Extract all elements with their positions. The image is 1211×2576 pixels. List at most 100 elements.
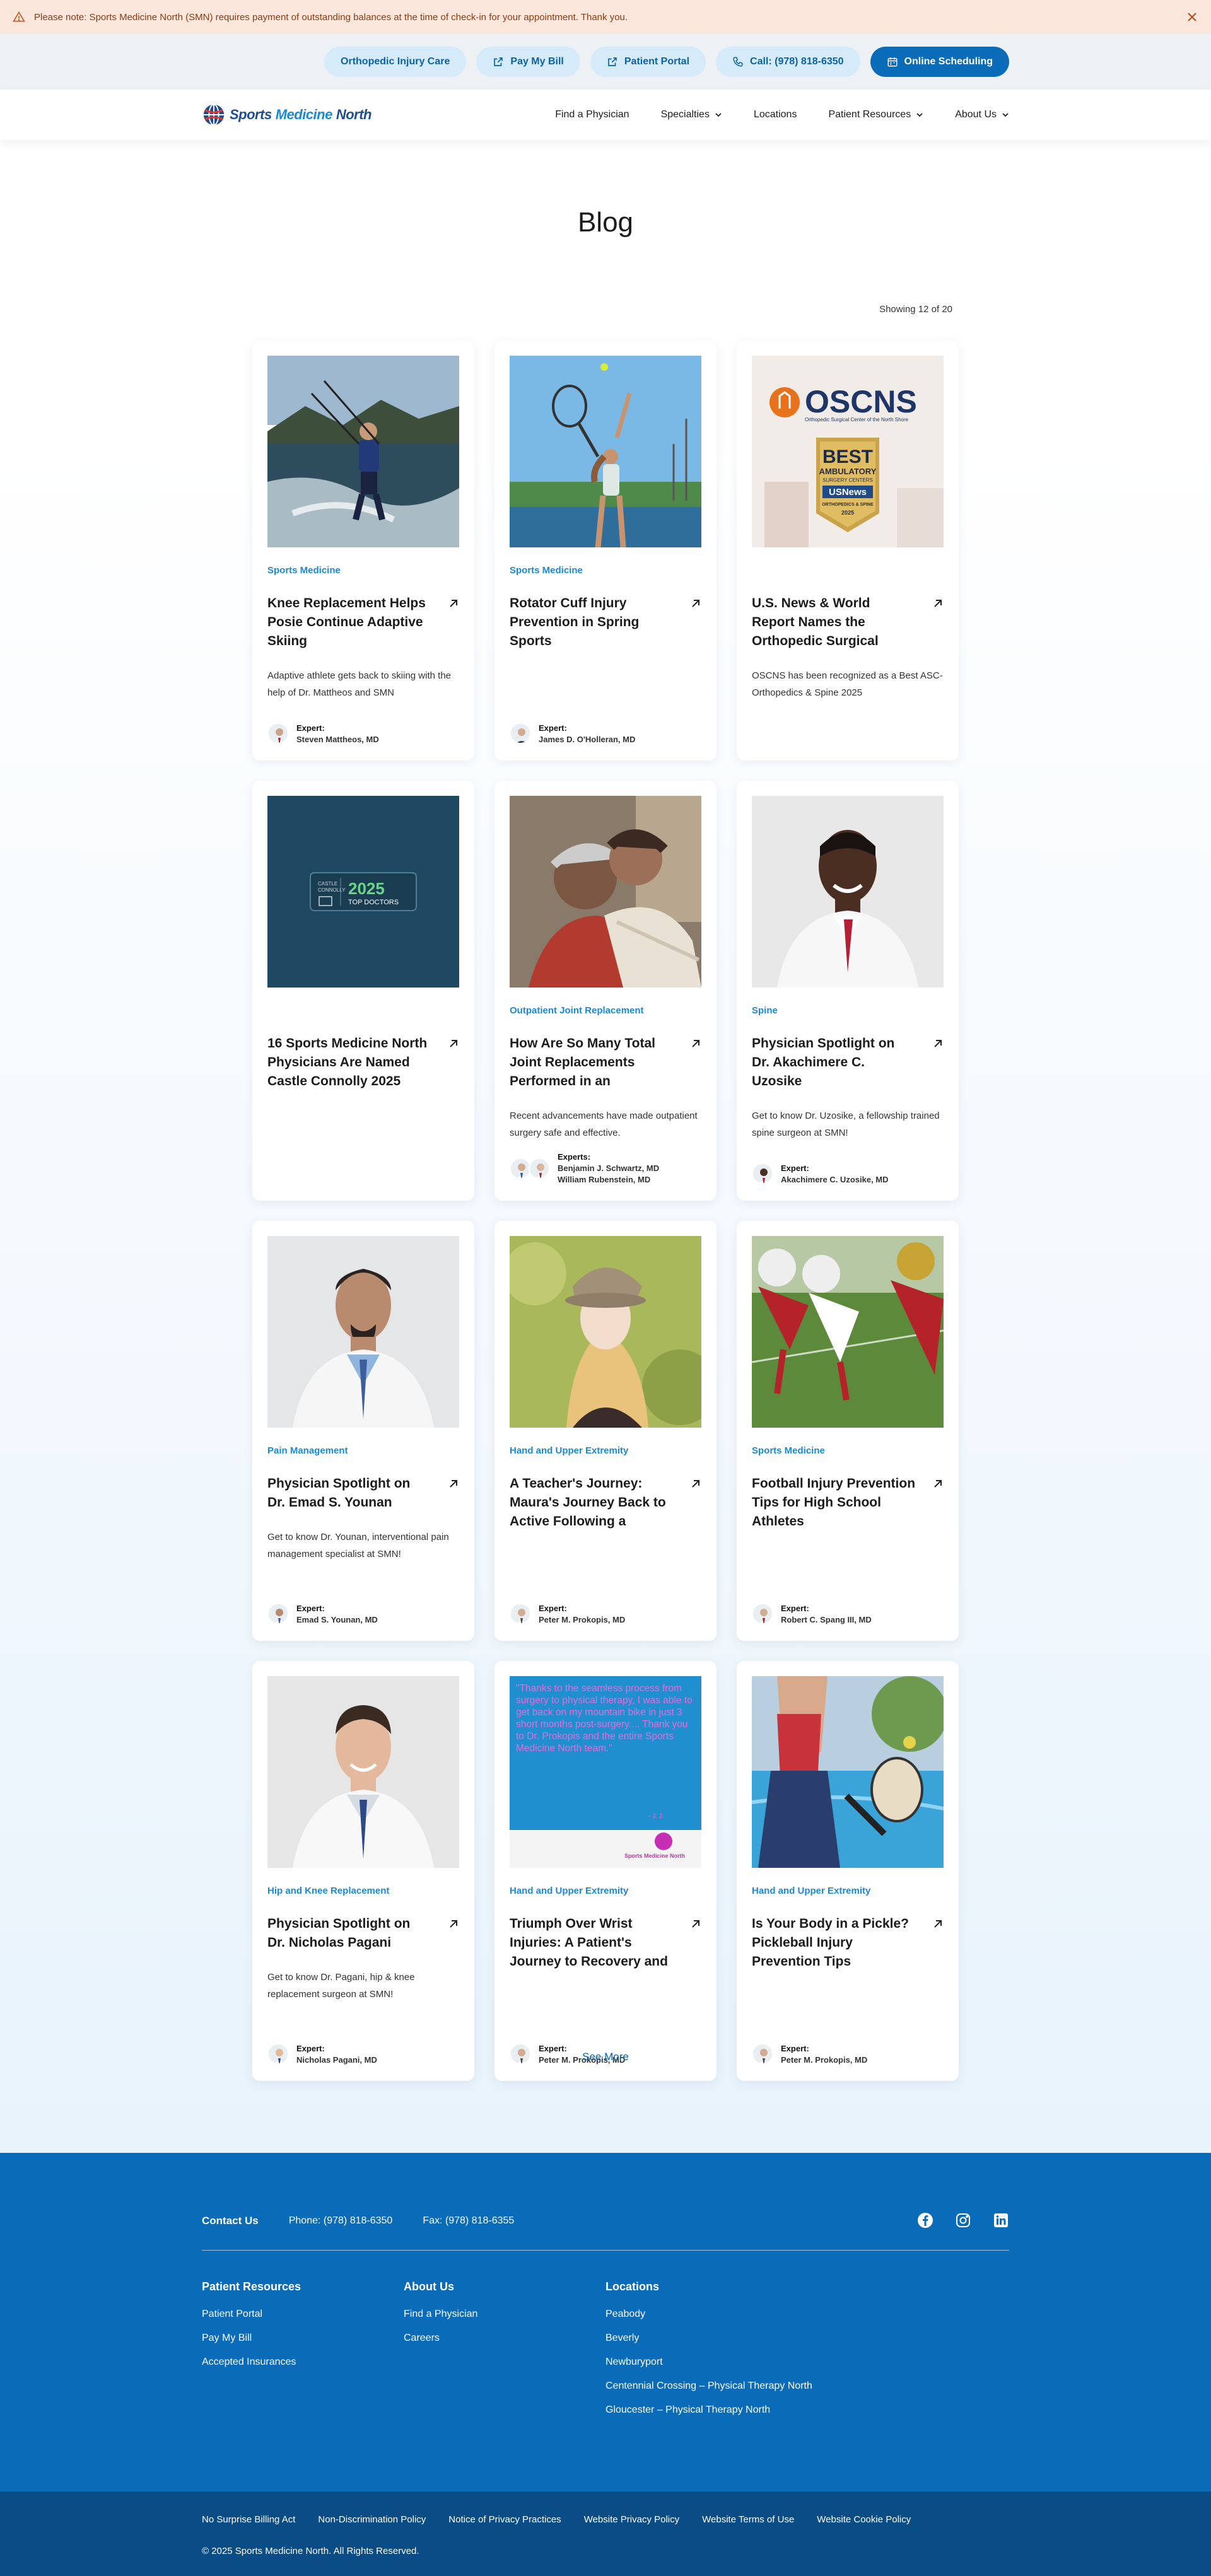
arrow-up-right-icon[interactable] xyxy=(932,1038,944,1049)
blog-card[interactable]: Hip and Knee Replacement Physician Spotl… xyxy=(252,1661,474,2081)
nav-item-find-a-physician[interactable]: Find a Physician xyxy=(555,109,629,120)
instagram-icon[interactable] xyxy=(955,2212,971,2229)
blog-card[interactable]: Sports Medicine Football Injury Preventi… xyxy=(737,1221,959,1641)
legal-link[interactable]: Non-Discrimination Policy xyxy=(318,2514,426,2525)
post-image-dr-uzosike[interactable] xyxy=(752,796,944,988)
patient-portal-button[interactable]: Patient Portal xyxy=(590,47,706,77)
footer-link[interactable]: Pay My Bill xyxy=(202,2333,301,2344)
nav-item-about-us[interactable]: About Us xyxy=(955,109,1009,120)
blog-card[interactable]: Sports Medicine Rotator Cuff Injury Prev… xyxy=(494,341,717,761)
post-title[interactable]: Rotator Cuff Injury Prevention in Spring… xyxy=(510,594,674,651)
post-image-castle-connolly[interactable]: CASTLE CONNOLLY 2025 TOP DOCTORS xyxy=(267,796,459,988)
post-image-tennis[interactable] xyxy=(510,356,701,547)
arrow-up-right-icon[interactable] xyxy=(932,598,944,609)
post-image-dr-pagani[interactable] xyxy=(267,1676,459,1868)
post-expert[interactable]: Expert: James D. O'Holleran, MD xyxy=(510,723,635,744)
orthopedic-injury-care-button[interactable]: Orthopedic Injury Care xyxy=(324,47,467,77)
arrow-up-right-icon[interactable] xyxy=(690,1038,701,1049)
post-title[interactable]: Physician Spotlight on Dr. Emad S. Youna… xyxy=(267,1474,431,1512)
footer-link[interactable]: Peabody xyxy=(606,2309,812,2320)
post-category[interactable]: Pain Management xyxy=(267,1445,459,1458)
post-title[interactable]: Physician Spotlight on Dr. Nicholas Paga… xyxy=(267,1915,431,1952)
post-image-adaptive-skiing[interactable] xyxy=(267,356,459,547)
facebook-icon[interactable] xyxy=(917,2212,933,2229)
footer-link[interactable]: Beverly xyxy=(606,2333,812,2344)
post-title[interactable]: How Are So Many Total Joint Replacements… xyxy=(510,1034,674,1091)
footer-link[interactable]: Newburyport xyxy=(606,2357,812,2368)
footer-link[interactable]: Centennial Crossing – Physical Therapy N… xyxy=(606,2381,812,2392)
arrow-up-right-icon[interactable] xyxy=(932,1918,944,1930)
post-image-couple-hugging[interactable] xyxy=(510,796,701,988)
post-category[interactable]: Sports Medicine xyxy=(510,565,701,578)
close-icon[interactable] xyxy=(1185,9,1200,25)
post-expert[interactable]: Expert: Emad S. Younan, MD xyxy=(267,1603,378,1624)
nav-item-patient-resources[interactable]: Patient Resources xyxy=(828,109,923,120)
post-category[interactable]: Spine xyxy=(752,1005,944,1018)
post-title[interactable]: Physician Spotlight on Dr. Akachimere C.… xyxy=(752,1034,916,1091)
arrow-up-right-icon[interactable] xyxy=(690,1478,701,1489)
post-expert[interactable]: Expert: Akachimere C. Uzosike, MD xyxy=(752,1163,889,1184)
linkedin-icon[interactable] xyxy=(993,2212,1009,2229)
blog-card[interactable]: Hand and Upper Extremity A Teacher's Jou… xyxy=(494,1221,717,1641)
post-category[interactable]: Outpatient Joint Replacement xyxy=(510,1005,701,1018)
post-image-pickleball[interactable] xyxy=(752,1676,944,1868)
blog-card[interactable]: Hand and Upper Extremity Is Your Body in… xyxy=(737,1661,959,2081)
post-image-dr-younan[interactable] xyxy=(267,1236,459,1428)
legal-link[interactable]: Notice of Privacy Practices xyxy=(448,2514,561,2525)
post-title[interactable]: Is Your Body in a Pickle? Pickleball Inj… xyxy=(752,1915,916,1971)
post-expert[interactable]: Expert: Steven Mattheos, MD xyxy=(267,723,379,744)
post-title[interactable]: Triumph Over Wrist Injuries: A Patient's… xyxy=(510,1915,674,1971)
post-category[interactable]: Hip and Knee Replacement xyxy=(267,1885,459,1898)
footer-link[interactable]: Gloucester – Physical Therapy North xyxy=(606,2404,812,2416)
online-scheduling-button[interactable]: Online Scheduling xyxy=(870,47,1009,77)
post-expert[interactable]: Expert: Peter M. Prokopis, MD xyxy=(510,1603,625,1624)
post-title[interactable]: U.S. News & World Report Names the Ortho… xyxy=(752,594,916,651)
footer-link[interactable]: Patient Portal xyxy=(202,2309,301,2320)
post-title[interactable]: Football Injury Prevention Tips for High… xyxy=(752,1474,916,1531)
post-category[interactable]: Hand and Upper Extremity xyxy=(510,1885,701,1898)
blog-card[interactable]: CASTLE CONNOLLY 2025 TOP DOCTORS 16 Spor… xyxy=(252,781,474,1201)
pay-my-bill-button[interactable]: Pay My Bill xyxy=(476,47,580,77)
post-expert[interactable]: Expert: Robert C. Spang III, MD xyxy=(752,1603,872,1624)
nav-item-locations[interactable]: Locations xyxy=(754,109,797,120)
post-category[interactable]: Hand and Upper Extremity xyxy=(510,1445,701,1458)
post-image-oscns-award[interactable]: OSCNS Orthopedic Surgical Center of the … xyxy=(752,356,944,547)
footer-link[interactable]: Careers xyxy=(404,2333,477,2344)
post-category[interactable]: Hand and Upper Extremity xyxy=(752,1885,944,1898)
post-image-teacher-journey[interactable] xyxy=(510,1236,701,1428)
legal-link[interactable]: Website Terms of Use xyxy=(702,2514,794,2525)
blog-card[interactable]: Sports Medicine Knee Replacement Helps P… xyxy=(252,341,474,761)
arrow-up-right-icon[interactable] xyxy=(448,598,459,609)
footer-link[interactable]: Find a Physician xyxy=(404,2309,477,2320)
post-title[interactable]: A Teacher's Journey: Maura's Journey Bac… xyxy=(510,1474,674,1531)
footer-phone[interactable]: Phone: (978) 818-6350 xyxy=(289,2215,393,2227)
arrow-up-right-icon[interactable] xyxy=(690,1918,701,1930)
nav-item-specialties[interactable]: Specialties xyxy=(661,109,722,120)
footer-link[interactable]: Accepted Insurances xyxy=(202,2357,301,2368)
blog-card[interactable]: "Thanks to the seamless process from sur… xyxy=(494,1661,717,2081)
post-expert[interactable]: Experts: Benjamin J. Schwartz, MD William … xyxy=(510,1152,659,1184)
call-button[interactable]: Call: (978) 818-6350 xyxy=(716,47,860,77)
legal-link[interactable]: No Surprise Billing Act xyxy=(202,2514,295,2525)
post-title[interactable]: 16 Sports Medicine North Physicians Are … xyxy=(267,1034,431,1091)
arrow-up-right-icon[interactable] xyxy=(932,1478,944,1489)
post-title[interactable]: Knee Replacement Helps Posie Continue Ad… xyxy=(267,594,431,651)
blog-card[interactable]: Spine Physician Spotlight on Dr. Akachim… xyxy=(737,781,959,1201)
post-image-wrist-testimonial[interactable]: "Thanks to the seamless process from sur… xyxy=(510,1676,701,1868)
post-category[interactable]: Sports Medicine xyxy=(752,1445,944,1458)
arrow-up-right-icon[interactable] xyxy=(448,1038,459,1049)
see-more-button[interactable]: See More xyxy=(0,2051,1211,2063)
post-image-football[interactable] xyxy=(752,1236,944,1428)
legal-link[interactable]: Website Privacy Policy xyxy=(584,2514,679,2525)
blog-card[interactable]: Pain Management Physician Spotlight on D… xyxy=(252,1221,474,1641)
site-logo[interactable]: Sports Medicine North xyxy=(202,103,371,127)
post-category[interactable] xyxy=(267,1005,459,1018)
blog-card[interactable]: Outpatient Joint Replacement How Are So … xyxy=(494,781,717,1201)
arrow-up-right-icon[interactable] xyxy=(448,1918,459,1930)
blog-card[interactable]: OSCNS Orthopedic Surgical Center of the … xyxy=(737,341,959,761)
post-category[interactable]: Sports Medicine xyxy=(267,565,459,578)
post-category[interactable] xyxy=(752,565,944,578)
legal-link[interactable]: Website Cookie Policy xyxy=(817,2514,911,2525)
arrow-up-right-icon[interactable] xyxy=(448,1478,459,1489)
arrow-up-right-icon[interactable] xyxy=(690,598,701,609)
